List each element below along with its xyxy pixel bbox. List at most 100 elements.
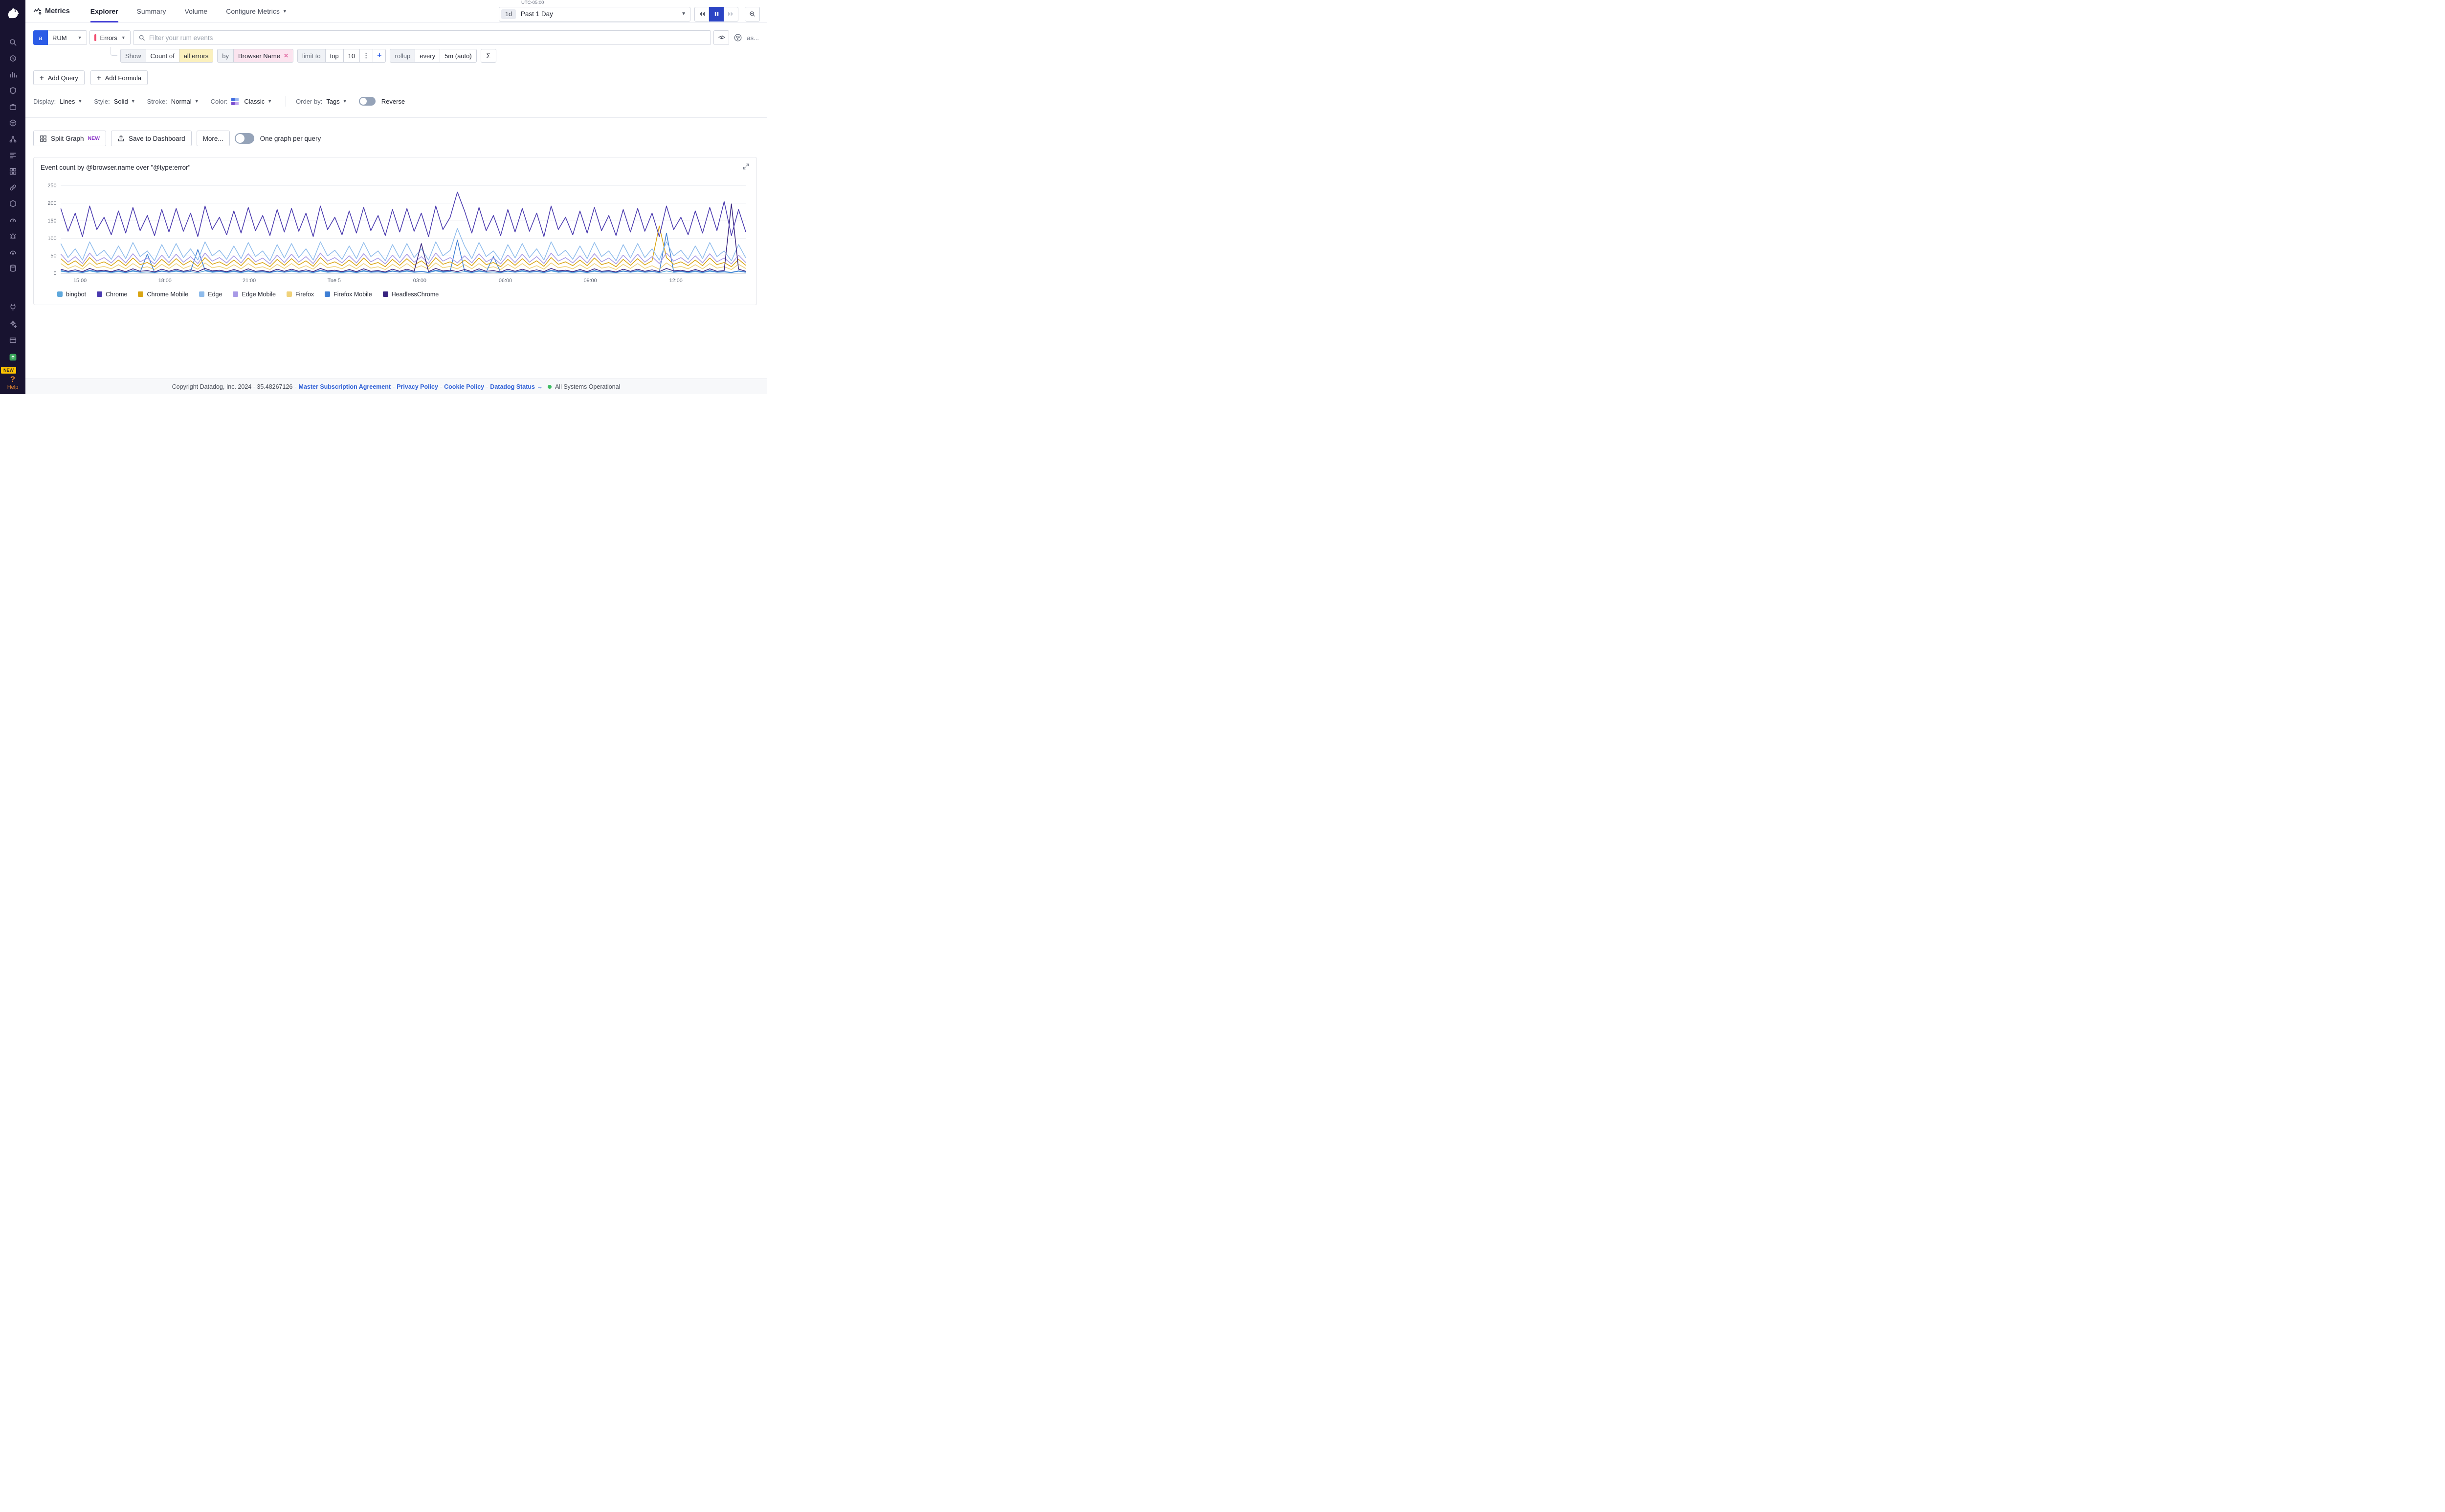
group-by-tag[interactable]: Browser Name ✕ (233, 49, 293, 63)
time-range-selector[interactable]: 1d Past 1 Day ▼ (499, 7, 690, 22)
sidebar-history-icon[interactable] (7, 52, 19, 64)
sidebar-feedback-icon[interactable] (7, 334, 19, 346)
sidebar-logs-icon[interactable] (7, 149, 19, 161)
pause-icon (713, 11, 720, 17)
legend-item-headlesschrome[interactable]: HeadlessChrome (383, 291, 439, 298)
chart-plot-area[interactable]: 05010015020025015:0018:0021:00Tue 503:00… (34, 177, 756, 288)
stroke-dropdown[interactable]: Normal▼ (171, 98, 199, 105)
timeseries-card: Event count by @browser.name over "@type… (33, 157, 757, 305)
remove-group-by-icon[interactable]: ✕ (284, 52, 289, 59)
limit-to-label: limit to (297, 49, 326, 63)
sidebar-apps-icon[interactable] (7, 165, 19, 177)
split-graph-icon (40, 135, 47, 142)
sidebar-search-icon[interactable] (7, 36, 19, 48)
query-letter-badge[interactable]: a (33, 30, 48, 45)
sidebar-watchdog-icon[interactable] (7, 246, 19, 258)
sidebar-cases-icon[interactable] (7, 101, 19, 112)
rewind-button[interactable] (694, 7, 709, 22)
display-dropdown[interactable]: Lines▼ (60, 98, 82, 105)
sidebar-packages-icon[interactable] (7, 198, 19, 209)
legend-swatch-icon (325, 291, 330, 297)
event-type-dropdown[interactable]: Errors ▼ (89, 30, 131, 45)
status-text: All Systems Operational (555, 383, 620, 390)
footer-link-datadog-status[interactable]: Datadog Status → (490, 383, 543, 390)
pause-button[interactable] (709, 7, 724, 22)
top-bottom-dropdown[interactable]: top (325, 49, 344, 63)
tab-configure-metrics[interactable]: Configure Metrics▼ (226, 0, 287, 22)
sidebar: NEW ? Help (0, 0, 25, 394)
reverse-toggle[interactable] (359, 97, 376, 106)
datadog-logo[interactable] (0, 0, 25, 23)
footer-link-cookie-policy[interactable]: Cookie Policy (444, 383, 484, 390)
tab-summary[interactable]: Summary (137, 0, 166, 22)
footer-link-privacy-policy[interactable]: Privacy Policy (397, 383, 438, 390)
more-button[interactable]: More... (197, 131, 230, 146)
sidebar-sparkles-icon[interactable] (7, 318, 19, 330)
help-button[interactable]: ? Help (7, 375, 19, 390)
sidebar-metrics-icon[interactable] (7, 68, 19, 80)
sidebar-database-icon[interactable] (7, 262, 19, 274)
rollup-label: rollup (390, 49, 415, 63)
sidebar-bug-icon[interactable] (7, 230, 19, 242)
legend-swatch-icon (57, 291, 63, 297)
legend-item-firefox-mobile[interactable]: Firefox Mobile (325, 291, 372, 298)
limit-value-dropdown[interactable]: 10 (343, 49, 360, 63)
tab-explorer[interactable]: Explorer (90, 0, 118, 22)
footer-separator: - (393, 383, 395, 390)
chevron-down-icon: ▼ (343, 99, 347, 104)
cookie-icon[interactable] (732, 31, 744, 44)
measure-dropdown[interactable]: all errors (179, 49, 214, 63)
style-label: Style: (94, 98, 110, 105)
order-by-dropdown[interactable]: Tags▼ (326, 98, 347, 105)
add-query-button[interactable]: + Add Query (33, 70, 85, 85)
sidebar-upgrade-icon[interactable] (7, 351, 19, 363)
split-graph-button[interactable]: Split Graph NEW (33, 131, 106, 146)
search-input[interactable] (149, 34, 706, 42)
save-to-dashboard-button[interactable]: Save to Dashboard (111, 131, 192, 146)
add-group-by-button[interactable]: + (373, 49, 386, 63)
expand-chart-button[interactable] (742, 163, 750, 172)
timeseries-chart[interactable]: 05010015020025015:0018:0021:00Tue 503:00… (39, 179, 752, 287)
svg-text:15:00: 15:00 (73, 278, 87, 284)
legend-swatch-icon (233, 291, 238, 297)
graph-controls: Split Graph NEW Save to Dashboard More..… (25, 118, 767, 146)
one-graph-per-query-toggle[interactable] (235, 133, 254, 144)
sidebar-gauge-icon[interactable] (7, 214, 19, 225)
new-badge: NEW (1, 367, 16, 374)
event-search-field[interactable] (133, 30, 711, 45)
legend-item-bingbot[interactable]: bingbot (57, 291, 86, 298)
more-options-icon[interactable]: ⋮ (359, 49, 373, 63)
footer-link-master-subscription-agreement[interactable]: Master Subscription Agreement (299, 383, 391, 390)
legend-item-edge[interactable]: Edge (199, 291, 222, 298)
time-range-widget: UTC-05:00 1d Past 1 Day ▼ (499, 1, 690, 22)
code-view-button[interactable]: </> (713, 30, 729, 45)
sidebar-infrastructure-icon[interactable] (7, 117, 19, 129)
aggregation-dropdown[interactable]: Count of (146, 49, 179, 63)
rollup-interval-dropdown[interactable]: 5m (auto) (440, 49, 477, 63)
zoom-out-button[interactable] (745, 7, 760, 22)
style-dropdown[interactable]: Solid▼ (114, 98, 135, 105)
forward-button[interactable] (724, 7, 738, 22)
legend-item-chrome[interactable]: Chrome (97, 291, 127, 298)
legend-item-chrome-mobile[interactable]: Chrome Mobile (138, 291, 188, 298)
tab-volume[interactable]: Volume (185, 0, 208, 22)
sidebar-link-icon[interactable] (7, 181, 19, 193)
add-formula-button[interactable]: + Add Formula (90, 70, 148, 85)
legend-item-firefox[interactable]: Firefox (287, 291, 314, 298)
order-by-label: Order by: (296, 98, 322, 105)
color-dropdown[interactable]: Classic▼ (231, 98, 272, 105)
legend-swatch-icon (199, 291, 204, 297)
sidebar-plug-icon[interactable] (7, 301, 19, 313)
as-truncated-text[interactable]: as... (747, 34, 759, 42)
sigma-button[interactable]: Σ (481, 49, 496, 63)
time-range-chip[interactable]: 1d (501, 9, 516, 19)
svg-text:250: 250 (47, 183, 56, 189)
sidebar-monitors-icon[interactable] (7, 85, 19, 96)
svg-text:21:00: 21:00 (243, 278, 256, 284)
zoom-out-icon (749, 11, 756, 17)
legend-item-edge-mobile[interactable]: Edge Mobile (233, 291, 276, 298)
source-dropdown[interactable]: RUM ▼ (48, 30, 87, 45)
sidebar-service-map-icon[interactable] (7, 133, 19, 145)
series-line-chrome (61, 192, 746, 237)
top-nav: Metrics ExplorerSummaryVolumeConfigure M… (25, 0, 767, 22)
